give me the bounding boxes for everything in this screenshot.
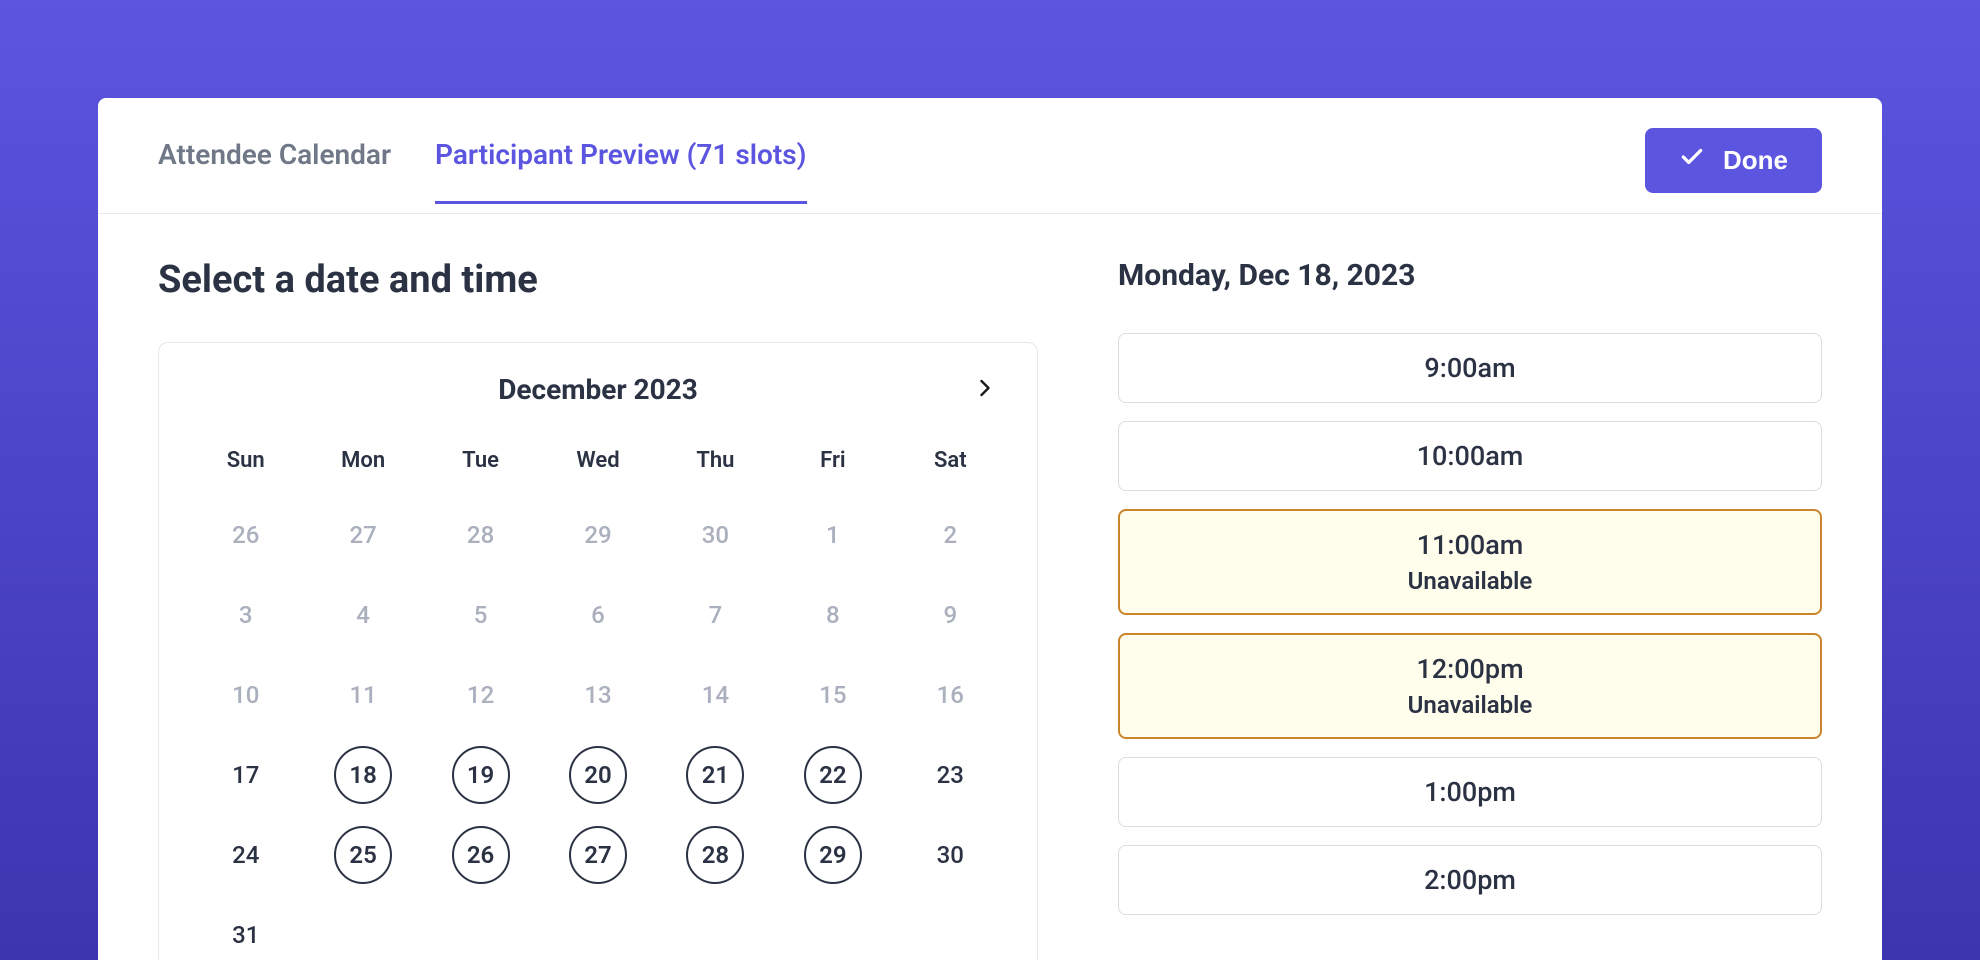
calendar-day: 16 — [892, 655, 1009, 735]
time-slot-time: 12:00pm — [1120, 653, 1820, 685]
calendar-header: December 2023 — [187, 373, 1009, 406]
time-slot-time: 1:00pm — [1119, 776, 1821, 808]
calendar-dow: Thu — [657, 438, 774, 495]
time-slot-status: Unavailable — [1120, 567, 1820, 595]
calendar-dow: Fri — [774, 438, 891, 495]
calendar-grid: SunMonTueWedThuFriSat2627282930123456789… — [187, 438, 1009, 960]
calendar-day[interactable]: 29 — [774, 815, 891, 895]
calendar-day — [657, 895, 774, 960]
left-column: Select a date and time December 2023 Sun… — [158, 258, 1038, 960]
time-slot-time: 2:00pm — [1119, 864, 1821, 896]
calendar-day — [892, 895, 1009, 960]
time-slot[interactable]: 1:00pm — [1118, 757, 1822, 827]
time-slot-time: 9:00am — [1119, 352, 1821, 384]
calendar-day[interactable]: 19 — [422, 735, 539, 815]
calendar-day[interactable]: 20 — [539, 735, 656, 815]
time-slot[interactable]: 2:00pm — [1118, 845, 1822, 915]
time-slot-time: 10:00am — [1119, 440, 1821, 472]
calendar-day: 11 — [304, 655, 421, 735]
calendar-day: 3 — [187, 575, 304, 655]
calendar-day[interactable]: 27 — [539, 815, 656, 895]
calendar-day: 4 — [304, 575, 421, 655]
calendar-dow: Sun — [187, 438, 304, 495]
calendar-day[interactable]: 26 — [422, 815, 539, 895]
calendar-day: 9 — [892, 575, 1009, 655]
tab-participant-preview[interactable]: Participant Preview (71 slots) — [435, 138, 806, 203]
calendar-day: 10 — [187, 655, 304, 735]
done-button[interactable]: Done — [1645, 128, 1822, 193]
calendar-day[interactable]: 25 — [304, 815, 421, 895]
calendar-month-label: December 2023 — [498, 373, 698, 406]
time-slot: 11:00am Unavailable — [1118, 509, 1822, 615]
tabs: Attendee Calendar Participant Preview (7… — [158, 138, 1645, 203]
calendar-day: 30 — [892, 815, 1009, 895]
calendar-day: 29 — [539, 495, 656, 575]
time-slots: 9:00am 10:00am 11:00am Unavailable 12:00pm Un… — [1118, 333, 1822, 915]
right-column: Monday, Dec 18, 2023 9:00am 10:00am 11:00a… — [1118, 258, 1822, 960]
calendar-day: 7 — [657, 575, 774, 655]
calendar-day: 30 — [657, 495, 774, 575]
calendar: December 2023 SunMonTueWedThuFriSat26272… — [158, 342, 1038, 960]
calendar-day: 1 — [774, 495, 891, 575]
calendar-day: 15 — [774, 655, 891, 735]
calendar-day — [422, 895, 539, 960]
calendar-day — [774, 895, 891, 960]
calendar-day: 14 — [657, 655, 774, 735]
selected-date-title: Monday, Dec 18, 2023 — [1118, 258, 1822, 293]
time-slot[interactable]: 10:00am — [1118, 421, 1822, 491]
check-icon — [1679, 144, 1705, 177]
calendar-day: 31 — [187, 895, 304, 960]
calendar-day: 26 — [187, 495, 304, 575]
chevron-right-icon — [971, 368, 999, 412]
calendar-day[interactable]: 28 — [657, 815, 774, 895]
calendar-day — [304, 895, 421, 960]
calendar-day: 17 — [187, 735, 304, 815]
time-slot-status: Unavailable — [1120, 691, 1820, 719]
calendar-dow: Mon — [304, 438, 421, 495]
calendar-day: 13 — [539, 655, 656, 735]
calendar-next-button[interactable] — [971, 368, 999, 412]
calendar-day: 6 — [539, 575, 656, 655]
calendar-day[interactable]: 21 — [657, 735, 774, 815]
scheduler-card: Attendee Calendar Participant Preview (7… — [98, 98, 1882, 960]
content: Select a date and time December 2023 Sun… — [98, 214, 1882, 960]
calendar-day[interactable]: 22 — [774, 735, 891, 815]
calendar-day: 12 — [422, 655, 539, 735]
topbar: Attendee Calendar Participant Preview (7… — [98, 98, 1882, 214]
time-slot-time: 11:00am — [1120, 529, 1820, 561]
calendar-day: 5 — [422, 575, 539, 655]
calendar-day: 24 — [187, 815, 304, 895]
calendar-dow: Tue — [422, 438, 539, 495]
tab-attendee-calendar[interactable]: Attendee Calendar — [158, 138, 391, 203]
calendar-dow: Sat — [892, 438, 1009, 495]
calendar-day — [539, 895, 656, 960]
page-title: Select a date and time — [158, 258, 1038, 302]
calendar-day: 23 — [892, 735, 1009, 815]
calendar-day: 2 — [892, 495, 1009, 575]
done-label: Done — [1723, 145, 1788, 176]
time-slot[interactable]: 9:00am — [1118, 333, 1822, 403]
calendar-dow: Wed — [539, 438, 656, 495]
calendar-day: 27 — [304, 495, 421, 575]
calendar-day: 8 — [774, 575, 891, 655]
time-slot: 12:00pm Unavailable — [1118, 633, 1822, 739]
calendar-day[interactable]: 18 — [304, 735, 421, 815]
calendar-day: 28 — [422, 495, 539, 575]
